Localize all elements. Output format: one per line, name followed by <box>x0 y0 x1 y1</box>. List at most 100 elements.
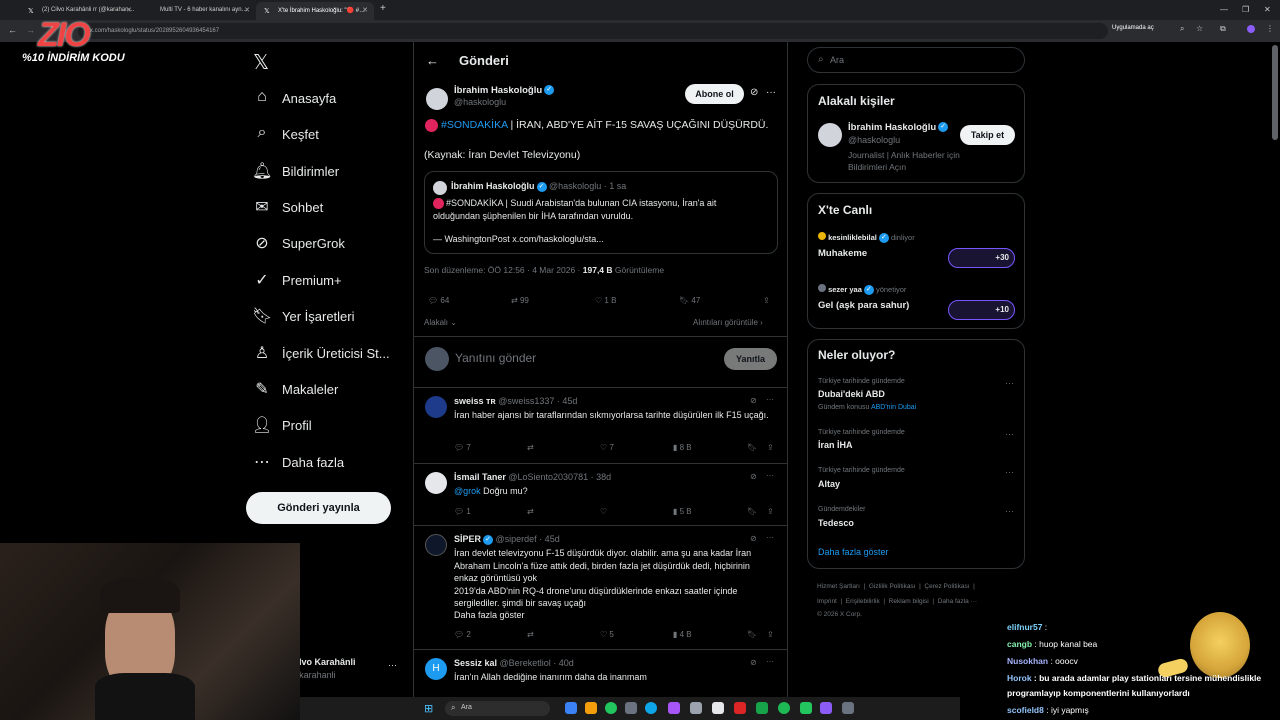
heart-icon[interactable]: ♡ <box>600 507 607 516</box>
more-icon[interactable]: ··· <box>766 87 776 98</box>
more-icon[interactable]: ··· <box>388 660 397 670</box>
reply-action[interactable]: 💬︎ 64 <box>428 296 449 305</box>
share-icon[interactable]: ⇪ <box>767 630 774 639</box>
chat-username[interactable]: scofield8 <box>1007 705 1044 715</box>
x-logo-icon[interactable]: 𝕏 <box>253 50 269 75</box>
app-icon[interactable] <box>800 702 812 714</box>
live-listeners-pill[interactable]: +30 <box>948 248 1015 268</box>
spotify-icon[interactable] <box>778 702 790 714</box>
grok-icon[interactable]: ⊘ <box>750 534 757 543</box>
bookmark-icon[interactable]: 🔖︎ <box>747 630 757 639</box>
repost-icon[interactable]: ⇄ <box>527 630 534 639</box>
app-icon[interactable] <box>734 702 746 714</box>
chat-username[interactable]: Nusokhan <box>1007 656 1048 666</box>
bookmark-action[interactable]: 🔖︎ 47 <box>679 296 700 305</box>
scrollbar-thumb[interactable] <box>1272 45 1278 140</box>
taskbar-search[interactable]: ⌕ Ara <box>445 701 550 716</box>
views-action[interactable]: ▮ 4 B <box>673 630 692 639</box>
mention-link[interactable]: @grok <box>454 486 481 496</box>
reply-input[interactable]: Yanıtını gönder <box>455 351 536 365</box>
reply-item[interactable]: sweiss ᴛʀ @sweiss1337 · 45d İran haber a… <box>414 387 787 463</box>
like-action[interactable]: ♡ 1 B <box>595 296 616 305</box>
live-title[interactable]: Muhakeme <box>818 248 867 259</box>
author-avatar[interactable] <box>426 88 448 110</box>
app-icon[interactable] <box>820 702 832 714</box>
reply-action[interactable]: 💬︎ 2 <box>454 630 471 639</box>
footer-links[interactable]: Imprint | Erişilebilirlik | Reklam bilgi… <box>817 598 977 605</box>
star-icon[interactable]: ☆ <box>1196 24 1203 33</box>
open-in-app-button[interactable]: Uygulamada aç <box>1112 25 1154 31</box>
app-icon[interactable] <box>690 702 702 714</box>
task-view-icon[interactable] <box>565 702 577 714</box>
reply-action[interactable]: 💬︎ 7 <box>454 443 471 452</box>
more-icon[interactable]: ··· <box>766 657 774 666</box>
app-icon[interactable] <box>668 702 680 714</box>
forward-icon[interactable]: → <box>26 25 35 35</box>
views-action[interactable]: ▮ 8 B <box>673 443 692 452</box>
edge-icon[interactable] <box>645 702 657 714</box>
menu-icon[interactable]: ⋮ <box>1266 24 1274 33</box>
more-icon[interactable]: ··· <box>1005 429 1014 439</box>
chrome-icon[interactable] <box>605 702 617 714</box>
back-icon[interactable]: ← <box>8 25 17 35</box>
trend-extra-link[interactable]: ABD'nin Dubai <box>871 404 916 411</box>
live-title[interactable]: Gel (aşk para sahur) <box>818 300 909 311</box>
share-icon[interactable]: ⇪ <box>767 443 774 452</box>
search-input[interactable]: ⌕ Ara <box>807 47 1025 73</box>
bookmark-icon[interactable]: 🔖︎ <box>747 507 757 516</box>
chat-username[interactable]: cangb <box>1007 639 1032 649</box>
share-icon[interactable]: ⇪ <box>767 507 774 516</box>
browser-tab[interactable]: Multi TV - 6 haber kanalını ayn… ✕ <box>138 2 256 20</box>
more-icon[interactable]: ··· <box>1005 378 1014 388</box>
reply-avatar[interactable] <box>425 472 447 494</box>
views-action[interactable]: ▮ 5 B <box>673 507 692 516</box>
reply-item[interactable]: SİPER ✓ @siperdef · 45d İran devlet telev… <box>414 525 787 649</box>
footer-links[interactable]: Hizmet Şartları | Gizlilik Politikası | … <box>817 583 975 590</box>
url-field[interactable]: x.com/haskologlu/status/2028952604936454… <box>78 23 1108 39</box>
grok-icon[interactable]: ⊘ <box>750 658 757 667</box>
view-quotes-link[interactable]: Alıntıları görüntüle › <box>693 318 763 327</box>
minimize-icon[interactable]: — <box>1220 5 1228 14</box>
share-icon[interactable]: ⇪ <box>763 296 770 305</box>
close-icon[interactable]: ✕ <box>244 6 250 14</box>
app-icon[interactable] <box>756 702 768 714</box>
reply-avatar[interactable] <box>425 396 447 418</box>
person-name-row[interactable]: İbrahim Haskoloğlu ✓ <box>848 122 949 133</box>
grok-icon[interactable]: ⊘ <box>750 87 758 98</box>
grok-icon[interactable]: ⊘ <box>750 472 757 481</box>
chat-username[interactable]: Horok <box>1007 673 1032 683</box>
new-tab-button[interactable]: + <box>380 3 386 14</box>
person-avatar[interactable] <box>818 123 842 147</box>
profile-avatar[interactable] <box>1247 25 1255 33</box>
more-icon[interactable]: ··· <box>1005 506 1014 516</box>
back-arrow-icon[interactable]: ← <box>426 53 439 68</box>
like-action[interactable]: ♡ 7 <box>600 443 614 452</box>
follow-button[interactable]: Takip et <box>960 125 1015 145</box>
browser-tab-active[interactable]: 𝕏 X'te İbrahim Haskoloğlu: "🔴 #… ✕ <box>256 2 374 20</box>
grok-icon[interactable]: ⊘ <box>750 396 757 405</box>
more-icon[interactable]: ··· <box>1005 467 1014 477</box>
close-window-icon[interactable]: ✕ <box>1264 5 1271 14</box>
subscribe-button[interactable]: Abone ol <box>685 84 744 104</box>
more-icon[interactable]: ··· <box>766 395 774 404</box>
extensions-icon[interactable]: ⧉ <box>1220 24 1226 34</box>
reply-button[interactable]: Yanıtla <box>724 348 777 370</box>
maximize-icon[interactable]: ❐ <box>1242 5 1249 14</box>
more-icon[interactable]: ··· <box>766 471 774 480</box>
quoted-post[interactable]: İbrahim Haskoloğlu ✓ @haskologlu · 1 sa #… <box>424 171 778 254</box>
repost-icon[interactable]: ⇄ <box>527 443 534 452</box>
store-icon[interactable] <box>625 702 637 714</box>
close-icon[interactable]: ✕ <box>126 6 132 14</box>
chat-username[interactable]: elifnur57 <box>1007 622 1042 632</box>
repost-action[interactable]: ⇄ 99 <box>511 296 529 305</box>
hashtag-link[interactable]: #SONDAKİKA <box>441 119 508 131</box>
windows-start-icon[interactable]: ⊞ <box>424 702 433 715</box>
bookmark-icon[interactable]: 🔖︎ <box>747 443 757 452</box>
reply-avatar[interactable] <box>425 534 447 556</box>
app-icon[interactable] <box>712 702 724 714</box>
zoom-icon[interactable]: ⌕ <box>1180 24 1184 34</box>
more-icon[interactable]: ··· <box>766 533 774 542</box>
show-more-link[interactable]: Daha fazla göster <box>818 547 889 557</box>
post-button[interactable]: Gönderi yayınla <box>246 492 391 524</box>
reply-item[interactable]: İsmail Taner @LoSiento2030781 · 38d @gro… <box>414 463 787 525</box>
